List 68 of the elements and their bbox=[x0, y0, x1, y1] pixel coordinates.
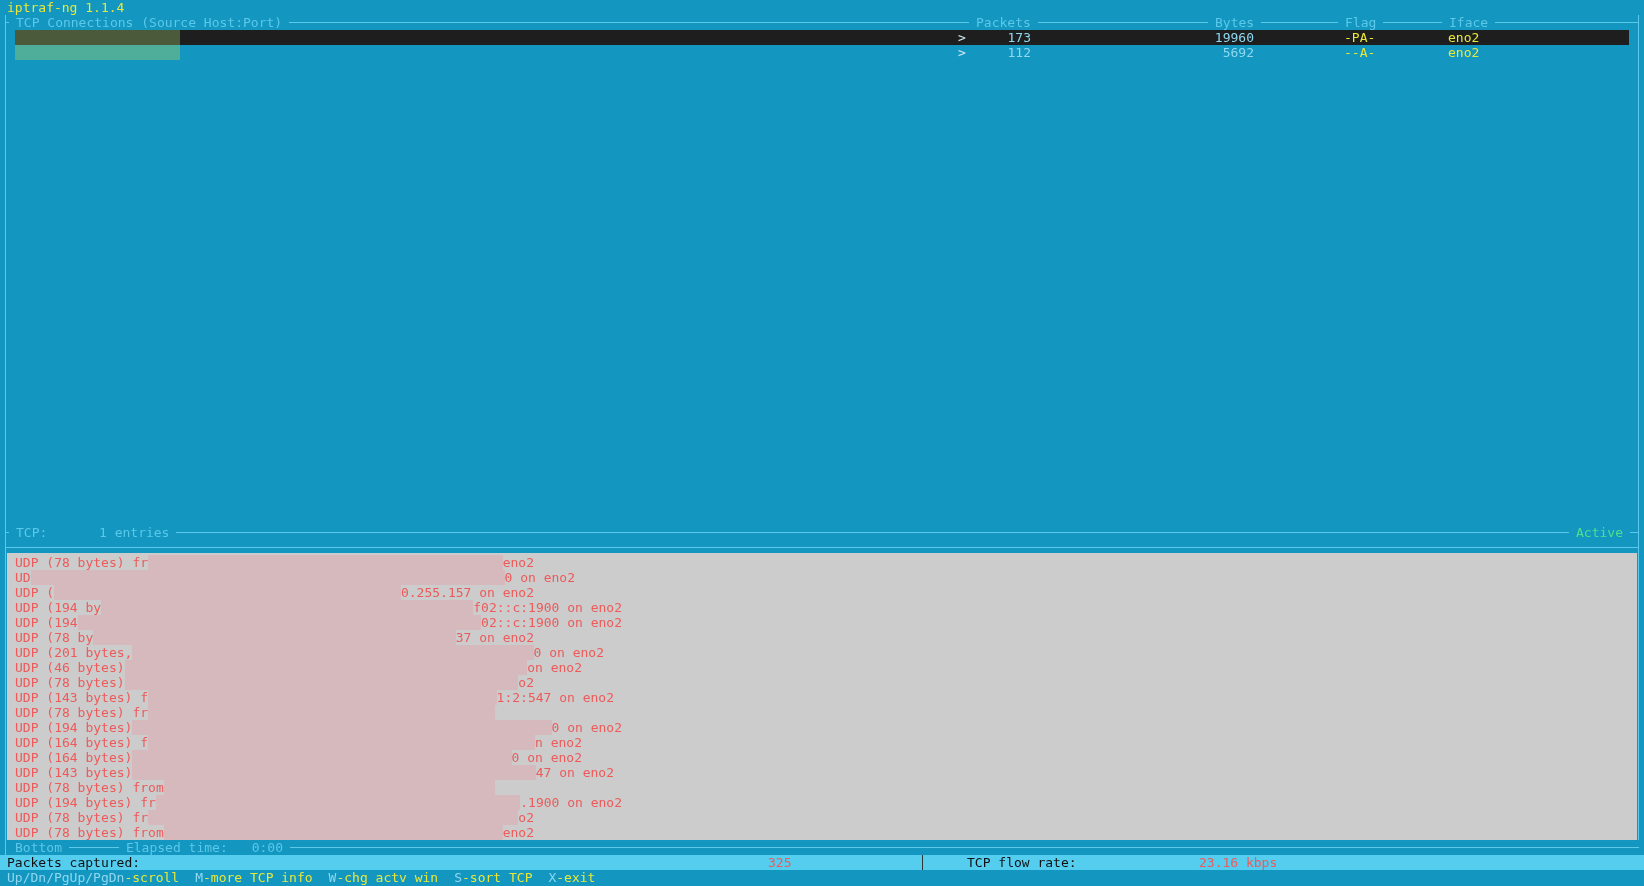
packets-cell-text: 112 bbox=[1006, 45, 1031, 60]
log-line-end: 0.255.157 on eno2 bbox=[400, 585, 534, 600]
log-line-start: UDP (194 bytes) fr bbox=[15, 795, 156, 810]
log-line-end: 0 on eno2 bbox=[551, 720, 622, 735]
log-line-start: UDP (78 bytes) bbox=[15, 675, 125, 690]
bytes-cell-text: 5692 bbox=[1221, 45, 1254, 60]
log-line-end: n eno2 bbox=[535, 735, 582, 750]
flag-cell-text: --A- bbox=[1343, 45, 1377, 60]
log-line-end: .1900 on eno2 bbox=[520, 795, 622, 810]
log-line-start: UDP (164 bytes) f bbox=[15, 735, 149, 750]
iface-cell: eno2 bbox=[1448, 30, 1480, 45]
scroll-position: Bottom bbox=[14, 840, 63, 855]
log-line-start: UDP (194 by bbox=[15, 600, 102, 615]
log-line-start: UDP (78 bytes) fr bbox=[15, 555, 149, 570]
log-line-start: UDP (78 bytes) fr bbox=[15, 705, 149, 720]
log-line-end: on eno2 bbox=[527, 660, 582, 675]
bytes-cell-text: 19960 bbox=[1213, 30, 1254, 45]
elapsed-label: Elapsed time: bbox=[124, 840, 228, 855]
elapsed-time: 0:00 bbox=[250, 840, 285, 855]
log-line-start: UDP (143 bytes) f bbox=[15, 690, 149, 705]
connection-row[interactable]: > 173 19960 -PA- eno2 bbox=[15, 30, 1629, 45]
log-line-start: UDP (46 bytes) bbox=[15, 660, 125, 675]
key-hint: Up/Dn/PgUp/PgDn-scroll bbox=[7, 870, 180, 886]
column-header: Iface bbox=[1448, 15, 1490, 30]
log-line-start: UDP (78 bytes) fr bbox=[15, 810, 149, 825]
log-line-end: 0 on eno2 bbox=[533, 645, 604, 660]
key-hint: W-chg actv win bbox=[328, 870, 439, 886]
log-line-end: f02::c:1900 on eno2 bbox=[473, 600, 622, 615]
key-hint: S-sort TCP bbox=[454, 870, 533, 886]
log-line-end: o2 bbox=[518, 810, 534, 825]
log-line-end: 47 on eno2 bbox=[535, 765, 614, 780]
log-line-end: 37 on eno2 bbox=[455, 630, 534, 645]
flag-cell-text: -PA- bbox=[1343, 30, 1377, 45]
direction-marker: > bbox=[957, 45, 967, 60]
log-line-start: UDP (164 bytes) bbox=[15, 750, 133, 765]
active-indicator: Active bbox=[1575, 525, 1624, 540]
key-hint: M-more TCP info bbox=[195, 870, 313, 886]
column-header: Bytes bbox=[1214, 15, 1256, 30]
log-line-start: UD bbox=[15, 570, 31, 585]
log-line-start: UDP (194 bbox=[15, 615, 78, 630]
log-line-end: o2 bbox=[518, 675, 534, 690]
log-line-start: UDP (78 bytes) from bbox=[15, 780, 164, 795]
column-header: Packets bbox=[975, 15, 1032, 30]
log-line-start: UDP (78 by bbox=[15, 630, 94, 645]
log-line-end: 02::c:1900 on eno2 bbox=[481, 615, 622, 630]
key-hint: X-exit bbox=[548, 870, 596, 886]
log-line-start: UDP (201 bytes, bbox=[15, 645, 133, 660]
app-title: iptraf-ng 1.1.4 bbox=[7, 0, 125, 15]
log-line-end: eno2 bbox=[502, 825, 534, 840]
packets-count: 325 bbox=[768, 855, 923, 870]
column-header: Flag bbox=[1344, 15, 1378, 30]
panel-title: TCP Connections (Source Host:Port) bbox=[15, 15, 284, 30]
direction-marker: > bbox=[957, 30, 967, 45]
log-line-end: 0 on eno2 bbox=[504, 570, 575, 585]
log-line-start: UDP (78 bytes) from bbox=[15, 825, 164, 840]
log-line-end: 1:2:547 on eno2 bbox=[496, 690, 614, 705]
packets-label: Packets captured: bbox=[6, 855, 142, 870]
flow-label: TCP flow rate: bbox=[966, 855, 1078, 870]
log-line-start: UDP (194 bytes) bbox=[15, 720, 133, 735]
flow-rate: 23.16 kbps bbox=[1199, 855, 1278, 870]
log-line-end: 0 on eno2 bbox=[511, 750, 582, 765]
log-line-end: eno2 bbox=[502, 555, 534, 570]
packets-cell-text: 173 bbox=[1006, 30, 1031, 45]
log-line-start: UDP (143 bytes) bbox=[15, 765, 133, 780]
log-line-start: UDP ( bbox=[15, 585, 55, 600]
iface-cell: eno2 bbox=[1448, 45, 1480, 60]
entries-count: 1 entries bbox=[99, 525, 171, 540]
tcp-label: TCP: bbox=[15, 525, 49, 540]
